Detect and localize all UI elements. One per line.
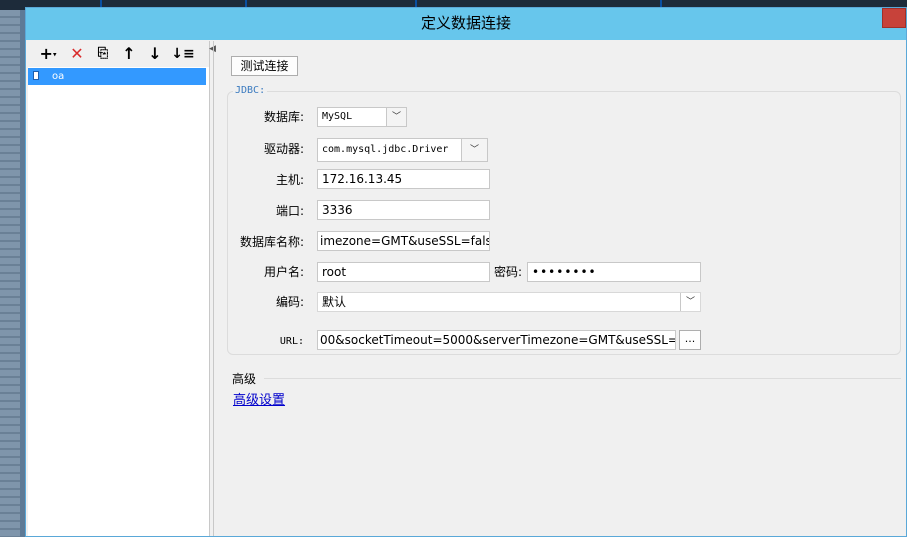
chevron-down-icon: ▾ bbox=[52, 50, 57, 59]
chevron-down-icon[interactable]: ﹀ bbox=[461, 139, 487, 161]
copy-icon: ⎘ bbox=[97, 46, 109, 61]
copy-connection-button[interactable]: ⎘ bbox=[93, 44, 113, 64]
driver-select[interactable]: com.mysql.jdbc.Driver ﹀ bbox=[317, 138, 488, 162]
port-input[interactable]: 3336 bbox=[317, 200, 490, 220]
advanced-section-title: 高级 bbox=[232, 372, 257, 386]
database-select-value: MySQL bbox=[322, 111, 353, 122]
sort-icon: ↓≡ bbox=[171, 46, 195, 62]
arrow-up-icon: ↑ bbox=[122, 44, 136, 63]
chevron-down-icon[interactable]: ﹀ bbox=[386, 108, 406, 126]
jdbc-group bbox=[227, 91, 901, 355]
port-label: 端口: bbox=[275, 204, 304, 218]
delete-connection-button[interactable]: ✕ bbox=[67, 44, 87, 64]
password-label: 密码: bbox=[493, 265, 522, 279]
move-up-button[interactable]: ↑ bbox=[119, 44, 139, 64]
advanced-divider bbox=[264, 378, 901, 379]
connection-toolbar: +▾ ✕ ⎘ ↑ ↓ ↓≡ bbox=[28, 41, 209, 67]
dialog-title: 定义数据连接 bbox=[420, 14, 511, 32]
advanced-settings-link[interactable]: 高级设置 bbox=[233, 389, 285, 408]
database-name-input[interactable]: imezone=GMT&useSSL=false bbox=[317, 231, 490, 251]
test-connection-button[interactable]: 测试连接 bbox=[231, 56, 298, 76]
dialog-titlebar[interactable]: 定义数据连接 bbox=[26, 8, 906, 40]
delete-icon: ✕ bbox=[70, 44, 84, 63]
move-down-button[interactable]: ↓ bbox=[145, 44, 165, 64]
close-button[interactable] bbox=[882, 8, 906, 28]
data-connection-dialog: 定义数据连接 +▾ ✕ ⎘ ↑ ↓ ↓≡ ◀ oa 测试连接 JDBC: 数据库… bbox=[25, 7, 907, 537]
username-label: 用户名: bbox=[263, 265, 304, 279]
sort-button[interactable]: ↓≡ bbox=[171, 44, 195, 64]
connection-list-pane: +▾ ✕ ⎘ ↑ ↓ ↓≡ ◀ oa bbox=[28, 41, 216, 536]
plus-icon: + bbox=[39, 44, 53, 63]
database-icon bbox=[33, 71, 39, 80]
password-input[interactable]: •••••••• bbox=[527, 262, 701, 282]
database-name-label: 数据库名称: bbox=[239, 235, 304, 249]
driver-select-value: com.mysql.jdbc.Driver bbox=[322, 144, 449, 155]
background-left bbox=[0, 10, 20, 537]
encoding-label: 编码: bbox=[275, 295, 304, 309]
url-browse-button[interactable]: ... bbox=[679, 330, 701, 350]
encoding-select[interactable]: 默认 ﹀ bbox=[317, 292, 701, 312]
connection-item-oa[interactable]: oa bbox=[28, 68, 206, 85]
host-label: 主机: bbox=[275, 173, 304, 187]
host-input[interactable]: 172.16.13.45 bbox=[317, 169, 490, 189]
add-connection-button[interactable]: +▾ bbox=[35, 44, 61, 64]
jdbc-group-legend: JDBC: bbox=[233, 85, 268, 96]
connection-item-label: oa bbox=[52, 71, 65, 82]
url-label: URL: bbox=[279, 336, 304, 347]
driver-label: 驱动器: bbox=[263, 142, 304, 156]
database-select[interactable]: MySQL ﹀ bbox=[317, 107, 407, 127]
url-input[interactable]: 00&socketTimeout=5000&serverTimezone=GMT… bbox=[317, 330, 676, 350]
arrow-down-icon: ↓ bbox=[148, 44, 162, 63]
encoding-select-value: 默认 bbox=[322, 295, 347, 309]
database-label: 数据库: bbox=[263, 110, 304, 124]
chevron-down-icon[interactable]: ﹀ bbox=[680, 293, 700, 311]
connection-settings-pane: 测试连接 JDBC: 数据库: MySQL ﹀ 驱动器: com.mysql.j… bbox=[214, 41, 906, 536]
